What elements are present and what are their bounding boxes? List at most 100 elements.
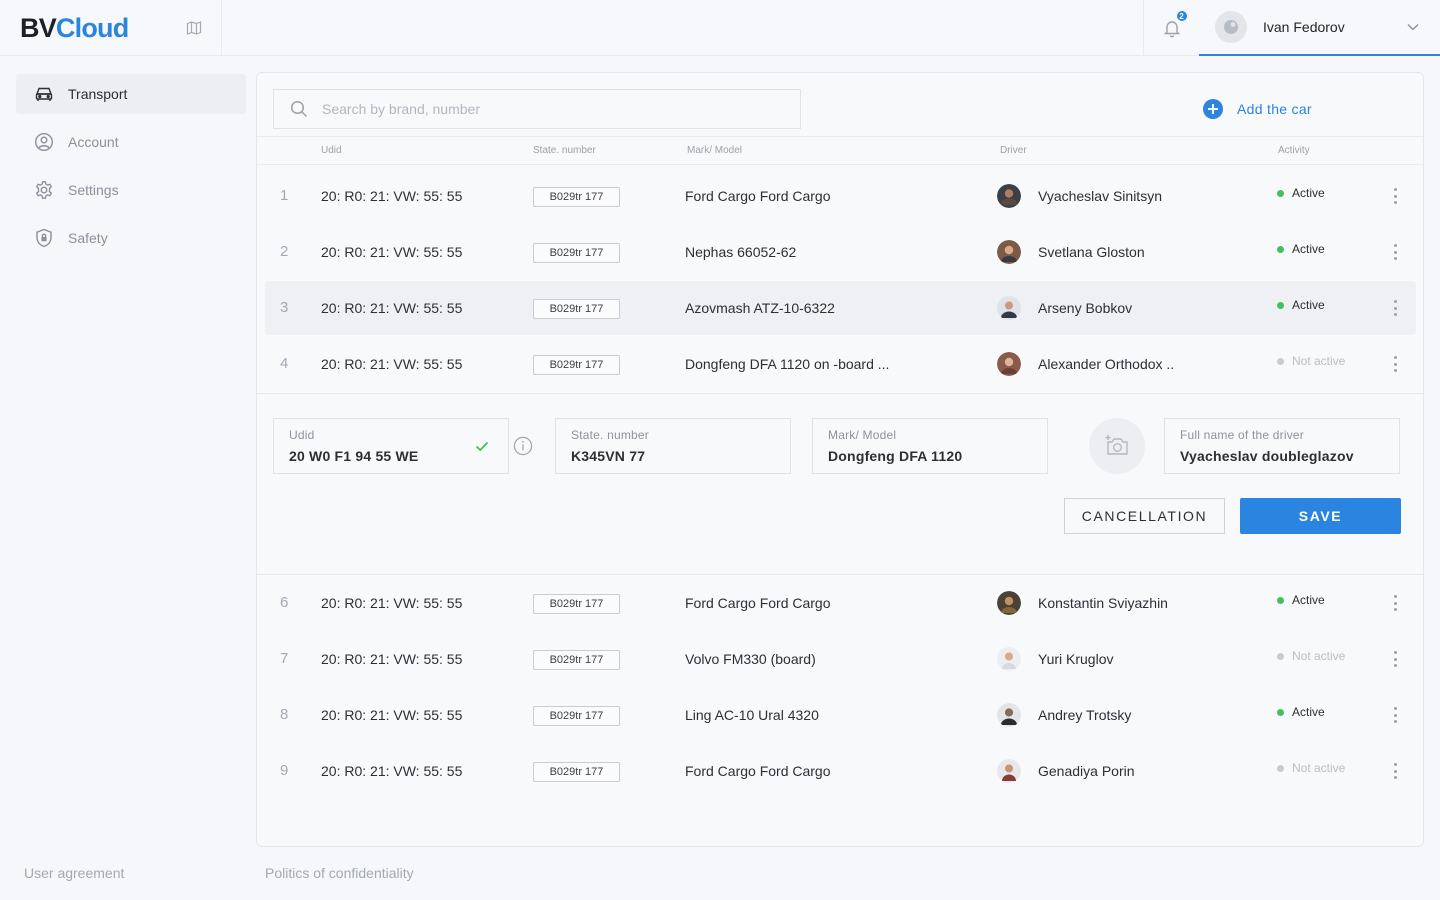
kebab-dot	[1393, 300, 1397, 303]
transport-panel: Add the car Udid State. number Mark/ Mod…	[256, 72, 1424, 847]
brand-logo[interactable]: BVCloud	[20, 12, 129, 44]
row-model: Ford Cargo Ford Cargo	[685, 595, 831, 611]
driver-avatar	[997, 647, 1021, 671]
status-label: Active	[1292, 593, 1325, 607]
table-row[interactable]: 7 20: R0: 21: VW: 55: 55 B029tr 177 Volv…	[265, 632, 1416, 686]
map-icon	[186, 21, 201, 35]
status-label: Active	[1292, 705, 1325, 719]
notifications-button[interactable]: 2	[1143, 0, 1199, 56]
kebab-dot	[1393, 776, 1397, 779]
driver-avatar	[997, 296, 1021, 320]
status-dot	[1277, 245, 1284, 253]
status-badge: Active	[1277, 186, 1325, 200]
add-car-button[interactable]: Add the car	[1203, 99, 1312, 119]
add-photo-button[interactable]	[1089, 418, 1145, 474]
status-dot	[1277, 189, 1284, 197]
status-badge: Not active	[1277, 354, 1345, 368]
kebab-dot	[1393, 595, 1397, 598]
kebab-dot	[1393, 313, 1397, 316]
row-menu-button[interactable]	[1387, 241, 1403, 263]
search-input[interactable]	[322, 101, 782, 117]
row-driver: Alexander Orthodox ..	[1038, 356, 1175, 372]
kebab-dot	[1393, 713, 1397, 717]
license-plate: B029tr 177	[533, 187, 620, 207]
search-box	[273, 89, 801, 129]
kebab-dot	[1393, 306, 1397, 310]
kebab-dot	[1393, 194, 1397, 198]
row-menu-button[interactable]	[1387, 760, 1403, 782]
row-menu-button[interactable]	[1387, 648, 1403, 670]
sidebar-item-account[interactable]: Account	[16, 122, 246, 162]
status-label: Not active	[1292, 354, 1346, 368]
kebab-dot	[1393, 362, 1397, 366]
row-driver: Andrey Trotsky	[1038, 707, 1132, 723]
status-label: Active	[1292, 242, 1325, 256]
row-model: Ling AC-10 Ural 4320	[685, 707, 819, 723]
row-menu-button[interactable]	[1387, 592, 1403, 614]
row-udid: 20: R0: 21: VW: 55: 55	[321, 651, 463, 667]
gear-icon	[34, 180, 54, 200]
table-row[interactable]: 1 20: R0: 21: VW: 55: 55 B029tr 177 Ford…	[265, 169, 1416, 223]
status-label: Not active	[1292, 649, 1346, 663]
user-menu[interactable]: Ivan Fedorov	[1199, 0, 1440, 56]
status-label: Not active	[1292, 761, 1346, 775]
state-number-field[interactable]: State. number K345VN 77	[555, 418, 791, 474]
brand-part-2: Cloud	[55, 13, 129, 43]
field-label: Mark/ Model	[828, 428, 897, 442]
table-row[interactable]: 3 20: R0: 21: VW: 55: 55 B029tr 177 Azov…	[265, 281, 1416, 335]
kebab-dot	[1393, 707, 1397, 710]
kebab-dot	[1393, 601, 1397, 605]
sidebar-item-settings[interactable]: Settings	[16, 170, 246, 210]
privacy-policy-link[interactable]: Politics of confidentiality	[265, 865, 414, 881]
status-dot	[1277, 596, 1284, 604]
row-driver: Vyacheslav Sinitsyn	[1038, 188, 1162, 204]
table-row[interactable]: 9 20: R0: 21: VW: 55: 55 B029tr 177 Ford…	[265, 744, 1416, 798]
user-agreement-link[interactable]: User agreement	[24, 865, 124, 881]
row-model: Azovmash ATZ-10-6322	[685, 300, 835, 316]
table-header: Udid State. number Mark/ Model Driver Ac…	[257, 136, 1423, 165]
table-row[interactable]: 2 20: R0: 21: VW: 55: 55 B029tr 177 Neph…	[265, 225, 1416, 279]
map-button[interactable]	[166, 0, 222, 56]
license-plate: B029tr 177	[533, 299, 620, 319]
field-label: Full name of the driver	[1180, 428, 1304, 442]
driver-avatar	[997, 352, 1021, 376]
chevron-down-icon	[1407, 24, 1419, 31]
row-model: Ford Cargo Ford Cargo	[685, 763, 831, 779]
column-header-udid: Udid	[321, 145, 342, 156]
row-udid: 20: R0: 21: VW: 55: 55	[321, 595, 463, 611]
edit-car-form: Udid 20 W0 F1 94 55 WE State. number K34…	[257, 393, 1423, 575]
sidebar-item-safety[interactable]: Safety	[16, 218, 246, 258]
row-number: 2	[280, 243, 289, 260]
udid-field[interactable]: Udid 20 W0 F1 94 55 WE	[273, 418, 509, 474]
cancel-button[interactable]: CANCELLATION	[1064, 498, 1225, 534]
row-menu-button[interactable]	[1387, 704, 1403, 726]
row-menu-button[interactable]	[1387, 185, 1403, 207]
save-button[interactable]: SAVE	[1240, 498, 1401, 534]
license-plate: B029tr 177	[533, 762, 620, 782]
sidebar-item-transport[interactable]: Transport	[16, 74, 246, 114]
row-udid: 20: R0: 21: VW: 55: 55	[321, 356, 463, 372]
row-udid: 20: R0: 21: VW: 55: 55	[321, 707, 463, 723]
sidebar-item-label: Safety	[68, 230, 108, 246]
status-dot	[1277, 652, 1284, 660]
model-field[interactable]: Mark/ Model Dongfeng DFA 1120	[812, 418, 1048, 474]
table-row[interactable]: 8 20: R0: 21: VW: 55: 55 B029tr 177 Ling…	[265, 688, 1416, 742]
kebab-dot	[1393, 769, 1397, 773]
table-row[interactable]: 4 20: R0: 21: VW: 55: 55 B029tr 177 Dong…	[265, 337, 1416, 391]
field-value: Dongfeng DFA 1120	[828, 448, 963, 464]
shield-icon	[34, 228, 54, 248]
notification-badge: 2	[1175, 10, 1188, 22]
driver-avatar	[997, 703, 1021, 727]
column-header-state-number: State. number	[533, 145, 596, 156]
status-dot	[1277, 764, 1284, 772]
info-icon[interactable]	[513, 436, 533, 456]
table-row[interactable]: 6 20: R0: 21: VW: 55: 55 B029tr 177 Ford…	[265, 576, 1416, 630]
row-number: 4	[280, 355, 289, 372]
status-badge: Not active	[1277, 649, 1345, 663]
kebab-dot	[1393, 664, 1397, 667]
driver-name-field[interactable]: Full name of the driver Vyacheslav doubl…	[1164, 418, 1400, 474]
status-label: Active	[1292, 298, 1325, 312]
row-driver: Konstantin Sviyazhin	[1038, 595, 1168, 611]
row-menu-button[interactable]	[1387, 353, 1403, 375]
row-menu-button[interactable]	[1387, 297, 1403, 319]
